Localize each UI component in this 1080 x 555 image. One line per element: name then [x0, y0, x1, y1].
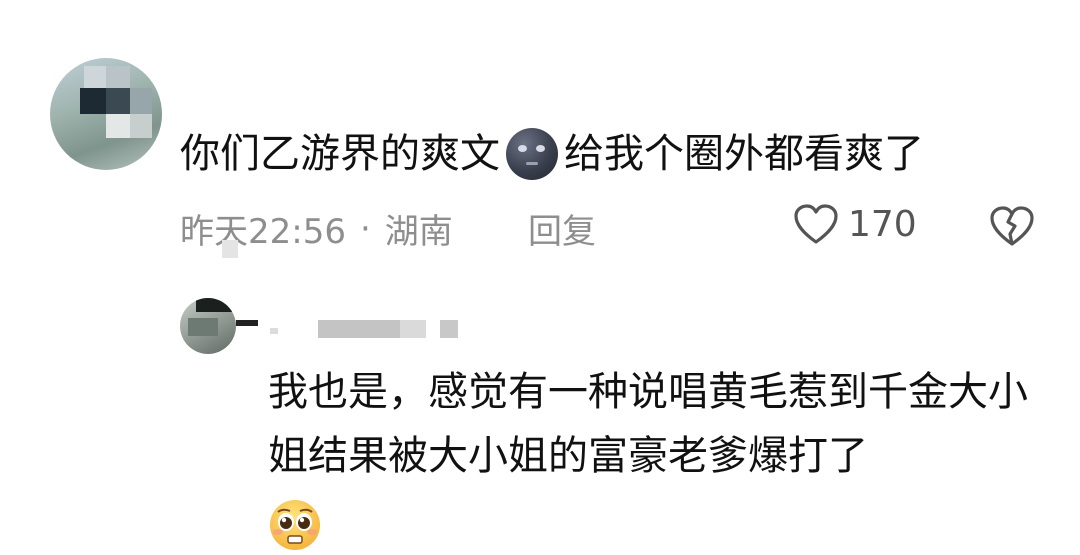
- avatar[interactable]: [180, 298, 236, 354]
- comment-location: 湖南: [384, 212, 453, 252]
- reply-username[interactable]: [270, 318, 470, 340]
- reply-button[interactable]: 回复: [528, 204, 596, 253]
- comment-text-part2: 给我个圈外都看爽了: [564, 131, 924, 177]
- meta-separator: ·: [359, 208, 371, 249]
- comment-text-part1: 你们乙游界的爽文: [180, 131, 500, 177]
- new-moon-face-emoji-icon: [506, 128, 558, 180]
- like-count: 170: [848, 203, 917, 245]
- like-button[interactable]: 170: [792, 202, 917, 246]
- heart-icon: [794, 204, 838, 244]
- pixel-artifact: [236, 320, 258, 326]
- avatar[interactable]: [50, 58, 162, 170]
- comment-time: 昨天22:56: [180, 212, 346, 252]
- pixel-artifact: [222, 240, 238, 258]
- dislike-button[interactable]: [988, 204, 1036, 252]
- comment-text: 你们乙游界的爽文 给我个圈外都看爽了: [180, 126, 924, 182]
- pleading-face-emoji-icon: [270, 500, 320, 550]
- comment-meta: 昨天22:56 · 湖南: [180, 204, 453, 253]
- reply-text: 我也是，感觉有一种说唱黄毛惹到千金大小姐结果被大小姐的富豪老爹爆打了: [268, 369, 1028, 479]
- broken-heart-icon: [990, 206, 1034, 246]
